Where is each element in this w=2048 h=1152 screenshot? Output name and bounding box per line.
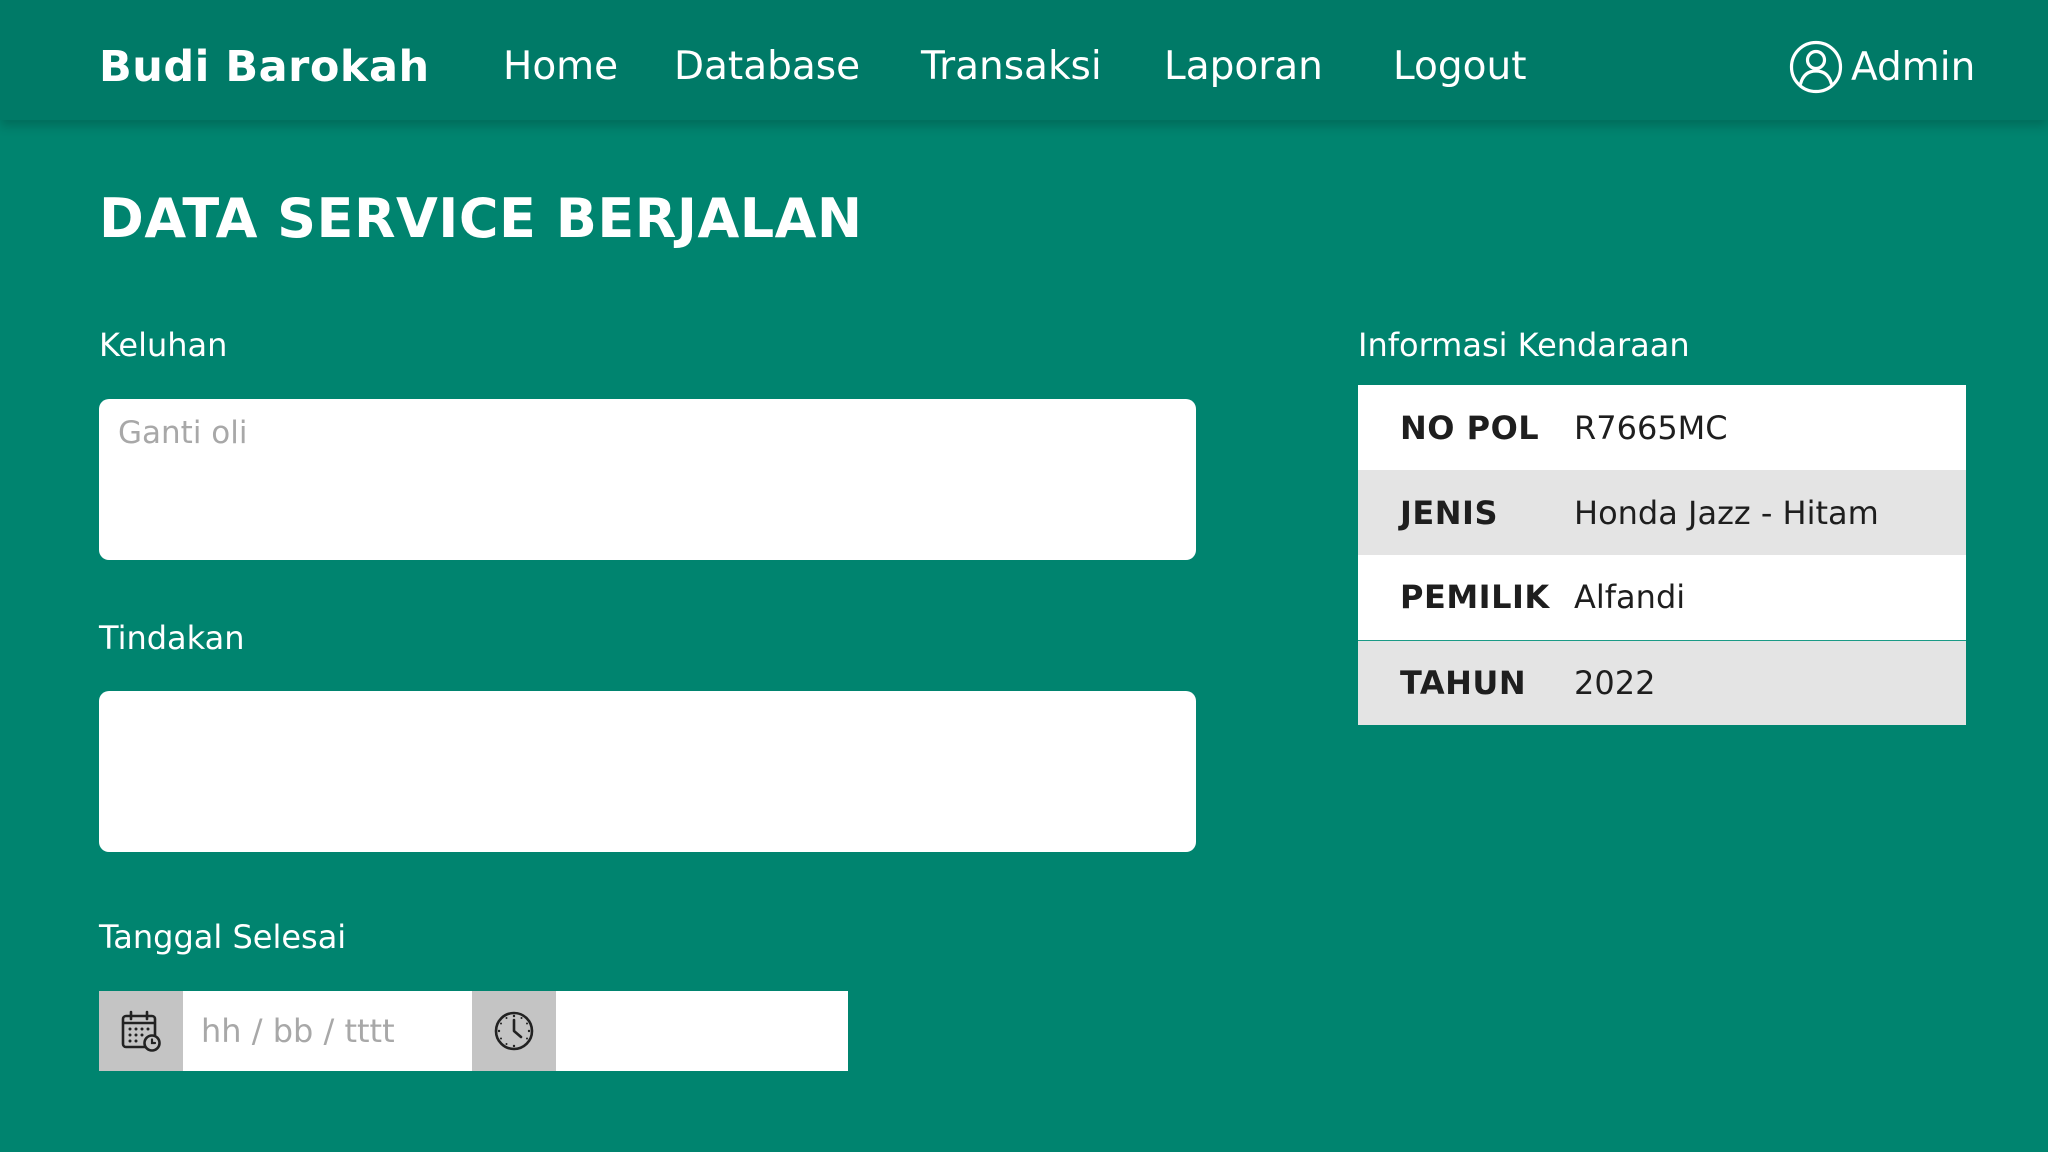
- vehicle-info-title: Informasi Kendaraan: [1358, 326, 1690, 364]
- vehicle-info-value: R7665MC: [1574, 385, 1966, 470]
- vehicle-info-value: 2022: [1574, 640, 1966, 725]
- vehicle-info-key: JENIS: [1358, 470, 1574, 555]
- calendar-icon[interactable]: [99, 991, 183, 1071]
- tindakan-textarea[interactable]: [99, 691, 1196, 852]
- user-menu[interactable]: Admin: [1789, 39, 1975, 95]
- top-navbar: Budi Barokah Home Database Transaksi Lap…: [0, 0, 2048, 120]
- brand-name[interactable]: Budi Barokah: [99, 42, 430, 92]
- tanggal-selesai-label: Tanggal Selesai: [99, 918, 347, 956]
- user-name-label: Admin: [1851, 44, 1976, 90]
- table-row: TAHUN 2022: [1358, 640, 1966, 725]
- vehicle-info-key: NO POL: [1358, 385, 1574, 470]
- vehicle-info-value: Alfandi: [1574, 555, 1966, 641]
- user-circle-icon: [1789, 40, 1843, 94]
- table-row: PEMILIK Alfandi: [1358, 555, 1966, 641]
- page-title: DATA SERVICE BERJALAN: [99, 187, 863, 250]
- nav-laporan-link[interactable]: Laporan: [1164, 44, 1323, 89]
- vehicle-info-table: NO POL R7665MC JENIS Honda Jazz - Hitam …: [1358, 385, 1966, 725]
- nav-transaksi-link[interactable]: Transaksi: [921, 44, 1102, 89]
- nav-logout-link[interactable]: Logout: [1393, 44, 1527, 89]
- vehicle-info-key: TAHUN: [1358, 640, 1574, 725]
- date-input[interactable]: [183, 991, 472, 1071]
- nav-home-link[interactable]: Home: [503, 44, 618, 89]
- vehicle-info-value: Honda Jazz - Hitam: [1574, 470, 1966, 555]
- time-input[interactable]: [556, 991, 848, 1071]
- keluhan-label: Keluhan: [99, 326, 228, 364]
- table-row: JENIS Honda Jazz - Hitam: [1358, 470, 1966, 555]
- tanggal-selesai-picker: [99, 991, 848, 1071]
- nav-database-link[interactable]: Database: [674, 44, 860, 89]
- tindakan-label: Tindakan: [99, 619, 245, 657]
- table-row: NO POL R7665MC: [1358, 385, 1966, 470]
- vehicle-info-key: PEMILIK: [1358, 555, 1574, 641]
- clock-icon[interactable]: [472, 991, 556, 1071]
- keluhan-textarea[interactable]: [99, 399, 1196, 560]
